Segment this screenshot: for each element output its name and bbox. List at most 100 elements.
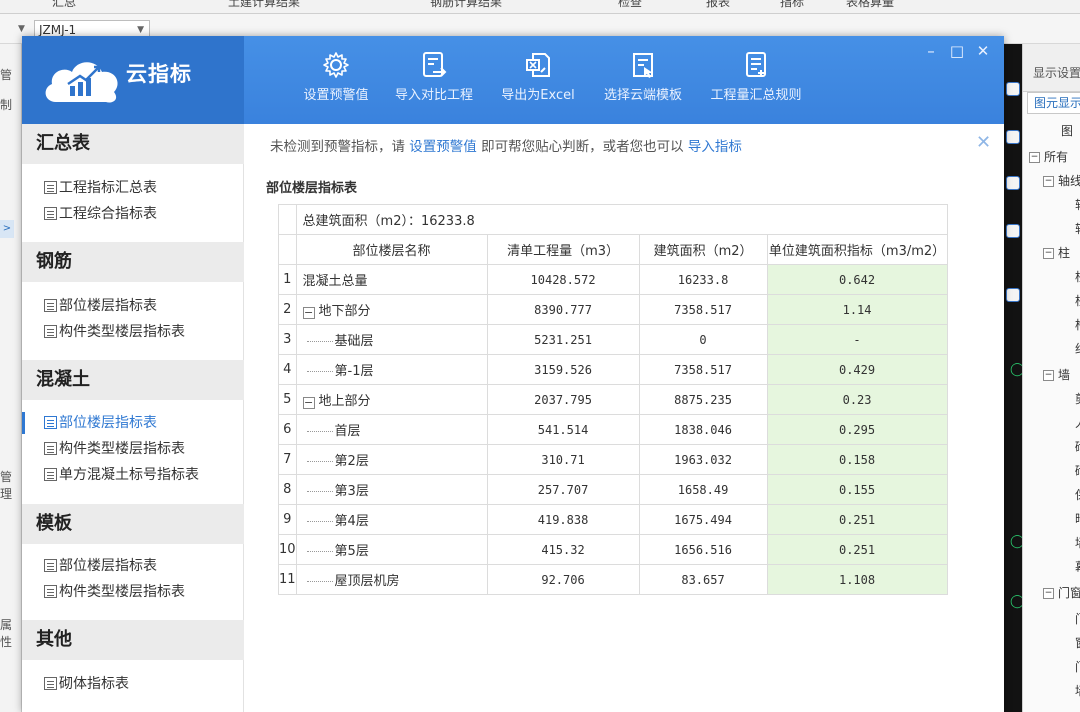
- tree-row: 幕: [1075, 558, 1080, 575]
- bg-left-label: 属性: [0, 618, 13, 649]
- display-settings-tab[interactable]: 图元显示: [1027, 92, 1080, 114]
- close-icon[interactable]: ✕: [976, 132, 991, 153]
- canvas-tool-icon[interactable]: [1006, 176, 1020, 190]
- bg-tab-check[interactable]: 检查: [618, 0, 642, 10]
- collapse-icon[interactable]: −: [1043, 588, 1054, 599]
- export-excel-button[interactable]: 导出为Excel: [496, 50, 580, 110]
- floor-name: 首层: [334, 424, 361, 439]
- document-icon: [44, 585, 57, 598]
- background-menu-bar: 汇总 土建计算结果 钢筋计算结果 检查 报表 指标 表格算量: [0, 0, 1080, 14]
- row-index-cell: 9: [278, 504, 297, 535]
- table-row[interactable]: 6 首层 541.514 1838.046 0.295: [278, 414, 948, 445]
- tree-row[interactable]: − 门窗: [1043, 584, 1080, 601]
- column-header[interactable]: 单位建筑面积指标（m3/m2）: [766, 234, 948, 265]
- quantity-cell: 2037.795: [486, 384, 640, 415]
- nav-masonry-index[interactable]: 砌体指标表: [44, 674, 129, 694]
- table-row[interactable]: 5− 地上部分 2037.795 8875.235 0.23: [278, 384, 948, 415]
- background-left-panel: 管 制 > 管理 属性: [0, 44, 22, 712]
- tree-row[interactable]: − 轴线: [1043, 172, 1080, 189]
- table-row[interactable]: 10 第5层 415.32 1656.516 0.251: [278, 534, 948, 565]
- nav-project-index-summary[interactable]: 工程指标汇总表: [44, 178, 157, 198]
- tree-row-label: 柱: [1058, 246, 1071, 260]
- select-cloud-template-button[interactable]: 选择云端模板: [598, 50, 688, 110]
- area-cell: 1656.516: [638, 534, 768, 565]
- cloud-chart-logo-icon: [45, 62, 118, 103]
- floor-name-cell: 屋顶层机房: [295, 564, 488, 595]
- tree-connector: [306, 341, 333, 342]
- nav-formwork-floor-index[interactable]: 部位楼层指标表: [44, 556, 157, 576]
- section-concrete: 混凝土: [22, 360, 244, 400]
- canvas-tool-icon[interactable]: [1006, 288, 1020, 302]
- table-row[interactable]: 8 第3层 257.707 1658.49 0.155: [278, 474, 948, 505]
- canvas-tool-icon[interactable]: [1006, 224, 1020, 238]
- table-row[interactable]: 2− 地下部分 8390.777 7358.517 1.14: [278, 294, 948, 325]
- minimize-icon[interactable]: –: [922, 42, 940, 60]
- bg-tab-summary[interactable]: 汇总: [52, 0, 76, 10]
- nav-rebar-component-index[interactable]: 构件类型楼层指标表: [44, 322, 185, 342]
- table-row[interactable]: 7 第2层 310.71 1963.032 0.158: [278, 444, 948, 475]
- collapse-icon[interactable]: −: [302, 307, 315, 319]
- column-header[interactable]: 建筑面积（m2）: [638, 234, 768, 265]
- tree-connector: [306, 371, 333, 372]
- row-index-cell: 6: [278, 414, 297, 445]
- collapse-icon[interactable]: −: [1043, 248, 1054, 259]
- canvas-tool-icon[interactable]: [1006, 82, 1020, 96]
- document-icon: [44, 468, 57, 481]
- table-row[interactable]: 3 基础层 5231.251 0-: [278, 324, 948, 355]
- bg-tab-report[interactable]: 报表: [706, 0, 730, 10]
- nav-concrete-floor-index[interactable]: 部位楼层指标表: [44, 413, 157, 433]
- tree-row: 砌: [1075, 462, 1080, 479]
- tree-row: 墙: [1075, 534, 1080, 551]
- table-row[interactable]: 9 第4层 419.838 1675.494 0.251: [278, 504, 948, 535]
- floor-name-cell: 第-1层: [295, 354, 488, 385]
- collapse-icon[interactable]: −: [1029, 152, 1040, 163]
- nav-project-composite-index[interactable]: 工程综合指标表: [44, 204, 157, 224]
- column-header[interactable]: 清单工程量（m3）: [486, 234, 640, 265]
- bg-tab-index[interactable]: 指标: [780, 0, 804, 10]
- chevron-down-icon[interactable]: ▼: [18, 24, 25, 34]
- tree-connector: [306, 431, 333, 432]
- summary-rules-button[interactable]: 工程量汇总规则: [706, 50, 806, 110]
- document-icon: [44, 442, 57, 455]
- canvas-tool-icon[interactable]: [1006, 130, 1020, 144]
- import-index-link[interactable]: 导入指标: [688, 139, 742, 155]
- collapse-icon[interactable]: −: [302, 397, 315, 409]
- expand-arrow-icon[interactable]: >: [0, 220, 14, 238]
- bg-tab-table-calc[interactable]: 表格算量: [846, 0, 894, 10]
- floor-name: 第-1层: [334, 364, 374, 379]
- nav-formwork-component-index[interactable]: 构件类型楼层指标表: [44, 582, 185, 602]
- cloud-template-icon: [633, 53, 653, 78]
- floor-name: 第5层: [334, 544, 369, 559]
- floor-name: 混凝土总量: [302, 274, 368, 289]
- maximize-icon[interactable]: □: [948, 42, 966, 60]
- row-index-cell: 8: [278, 474, 297, 505]
- nav-concrete-grade-index[interactable]: 单方混凝土标号指标表: [44, 465, 199, 485]
- floor-name-cell: − 地上部分: [295, 384, 488, 415]
- display-settings-title: 显示设置: [1033, 66, 1080, 80]
- tree-row-label: 门窗: [1058, 586, 1080, 600]
- bg-tab-civil-results[interactable]: 土建计算结果: [228, 0, 300, 10]
- close-icon[interactable]: ✕: [974, 42, 992, 60]
- set-warning-link[interactable]: 设置预警值: [409, 139, 477, 155]
- set-warning-button[interactable]: 设置预警值: [298, 50, 374, 110]
- document-icon: [44, 416, 57, 429]
- column-header[interactable]: 部位楼层名称: [295, 234, 488, 265]
- collapse-icon[interactable]: −: [1043, 176, 1054, 187]
- bg-tab-rebar-results[interactable]: 钢筋计算结果: [430, 0, 502, 10]
- import-compare-button[interactable]: 导入对比工程: [390, 50, 478, 110]
- floor-name-cell: 第3层: [295, 474, 488, 505]
- collapse-icon[interactable]: −: [1043, 370, 1054, 381]
- table-row[interactable]: 4 第-1层 3159.526 7358.517 0.429: [278, 354, 948, 385]
- table-row[interactable]: 11 屋顶层机房 92.706 83.657 1.108: [278, 564, 948, 595]
- nav-rebar-floor-index[interactable]: 部位楼层指标表: [44, 296, 157, 316]
- tree-row[interactable]: − 墙: [1043, 366, 1070, 383]
- nav-concrete-component-index[interactable]: 构件类型楼层指标表: [44, 439, 185, 459]
- document-icon: [44, 559, 57, 572]
- tree-row[interactable]: − 所有: [1029, 148, 1068, 165]
- tree-row[interactable]: − 柱: [1043, 244, 1070, 261]
- table-row[interactable]: 1 混凝土总量 10428.572 16233.8 0.642: [278, 264, 948, 295]
- quantity-cell: 8390.777: [486, 294, 640, 325]
- nav-label: 单方混凝土标号指标表: [59, 467, 199, 483]
- brand-area: 云指标: [22, 36, 244, 124]
- bg-select-value: JZMJ-1: [39, 23, 77, 37]
